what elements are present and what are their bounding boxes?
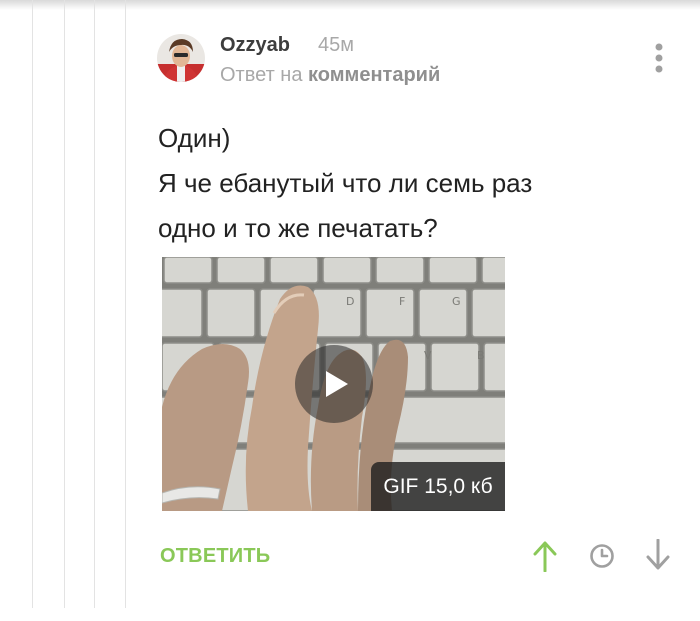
gif-attachment[interactable]: D F G V B GIF 15,0 кб (162, 257, 505, 511)
key-label: D (346, 295, 354, 308)
gif-size-badge: GIF 15,0 кб (371, 462, 505, 511)
comment-line: Один) (158, 123, 231, 153)
reply-button[interactable]: ОТВЕТИТЬ (160, 543, 270, 569)
thread-line-2 (64, 0, 65, 608)
thread-line-4 (125, 0, 126, 608)
clock-icon[interactable] (589, 543, 615, 569)
comment-line: Я че ебанутый что ли семь раз (158, 168, 533, 198)
comment-body: Один) Я че ебанутый что ли семь раз одно… (158, 116, 678, 251)
author-name[interactable]: Ozzyab (220, 34, 290, 56)
avatar[interactable] (157, 34, 205, 82)
play-icon (326, 371, 348, 397)
reply-to-line: Ответ на комментарий (220, 64, 440, 86)
thread-line-1 (32, 0, 33, 608)
key-label: G (452, 295, 461, 308)
reply-to-prefix: Ответ на (220, 64, 303, 86)
comment-line: одно и то же печатать? (158, 213, 438, 243)
arrow-up-icon[interactable] (533, 540, 557, 573)
key-label: B (477, 349, 485, 362)
comment-timestamp: 45м (318, 34, 354, 56)
play-button[interactable] (295, 345, 373, 423)
key-label: F (399, 295, 405, 308)
top-shadow (0, 0, 700, 10)
more-options-icon[interactable] (648, 42, 670, 74)
key-label: V (424, 349, 432, 362)
thread-line-3 (94, 0, 95, 608)
arrow-down-icon[interactable] (646, 538, 670, 571)
reply-to-link[interactable]: комментарий (308, 64, 440, 86)
